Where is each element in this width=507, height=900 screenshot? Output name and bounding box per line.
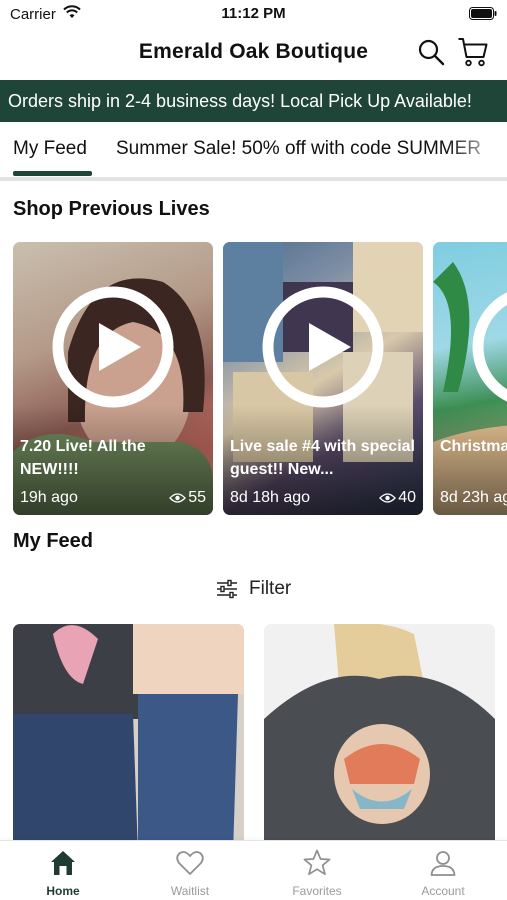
- nav-label: Favorites: [292, 884, 342, 898]
- filter-label: Filter: [249, 578, 292, 599]
- nav-label: Waitlist: [170, 884, 210, 898]
- star-icon: [303, 849, 331, 876]
- live-views: 55: [169, 489, 206, 507]
- sliders-icon: [217, 579, 237, 599]
- search-icon[interactable]: [417, 38, 445, 66]
- feed-item[interactable]: [13, 624, 244, 854]
- play-icon[interactable]: [471, 285, 507, 409]
- nav-label: Home: [46, 884, 80, 898]
- announcement-banner: Orders ship in 2-4 business days! Local …: [0, 80, 507, 122]
- app-header: Emerald Oak Boutique: [0, 30, 507, 78]
- play-icon[interactable]: [261, 285, 385, 409]
- nav-label: Account: [421, 884, 465, 898]
- filter-button[interactable]: Filter: [0, 574, 507, 604]
- product-photo: [13, 624, 244, 854]
- tab-my-feed[interactable]: My Feed: [13, 138, 87, 160]
- nav-favorites[interactable]: Favorites: [254, 841, 380, 900]
- heart-icon: [176, 851, 204, 875]
- bottom-nav: Home Waitlist Favorites Account: [0, 840, 507, 900]
- live-title: Live sale #4 with special guest!! New...: [230, 438, 415, 478]
- live-time-ago: 19h ago: [20, 489, 78, 506]
- section-title-previous-lives: Shop Previous Lives: [13, 198, 210, 220]
- live-card[interactable]: 7.20 Live! All the NEW!!!! 19h ago 55: [13, 242, 213, 515]
- live-card[interactable]: Live sale #4 with special guest!! New...…: [223, 242, 423, 515]
- live-time-ago: 8d 23h ago: [440, 489, 507, 506]
- eye-icon: [169, 493, 187, 503]
- tab-fade: [447, 124, 507, 176]
- product-photo: [264, 624, 495, 854]
- nav-home[interactable]: Home: [0, 841, 126, 900]
- divider: [0, 177, 507, 181]
- eye-icon: [379, 493, 397, 503]
- tab-summer-sale[interactable]: Summer Sale! 50% off with code SUMMER: [116, 138, 481, 160]
- section-title-my-feed: My Feed: [13, 530, 94, 552]
- tab-indicator: [13, 171, 92, 176]
- live-views: 40: [379, 489, 416, 507]
- live-time-ago: 8d 18h ago: [230, 489, 311, 506]
- cart-icon[interactable]: [457, 36, 489, 68]
- person-icon: [430, 851, 456, 876]
- play-icon[interactable]: [51, 285, 175, 409]
- status-bar: Carrier 11:12 PM: [0, 0, 507, 30]
- nav-waitlist[interactable]: Waitlist: [127, 841, 253, 900]
- live-view-count: 40: [398, 489, 416, 506]
- live-title: Christmas Pt. 3!: [440, 438, 507, 455]
- nav-account[interactable]: Account: [380, 841, 506, 900]
- lives-carousel[interactable]: 7.20 Live! All the NEW!!!! 19h ago 55 Li…: [13, 242, 507, 515]
- feed-grid: [13, 624, 495, 854]
- battery-icon: [469, 7, 497, 20]
- live-view-count: 55: [188, 489, 206, 506]
- live-card[interactable]: Christmas Pt. 3! 8d 23h ago: [433, 242, 507, 515]
- home-icon: [51, 851, 75, 875]
- clock: 11:12 PM: [221, 5, 286, 22]
- live-title: 7.20 Live! All the NEW!!!!: [20, 438, 146, 478]
- feed-tabs: My Feed Summer Sale! 50% off with code S…: [0, 124, 507, 180]
- feed-item[interactable]: [264, 624, 495, 854]
